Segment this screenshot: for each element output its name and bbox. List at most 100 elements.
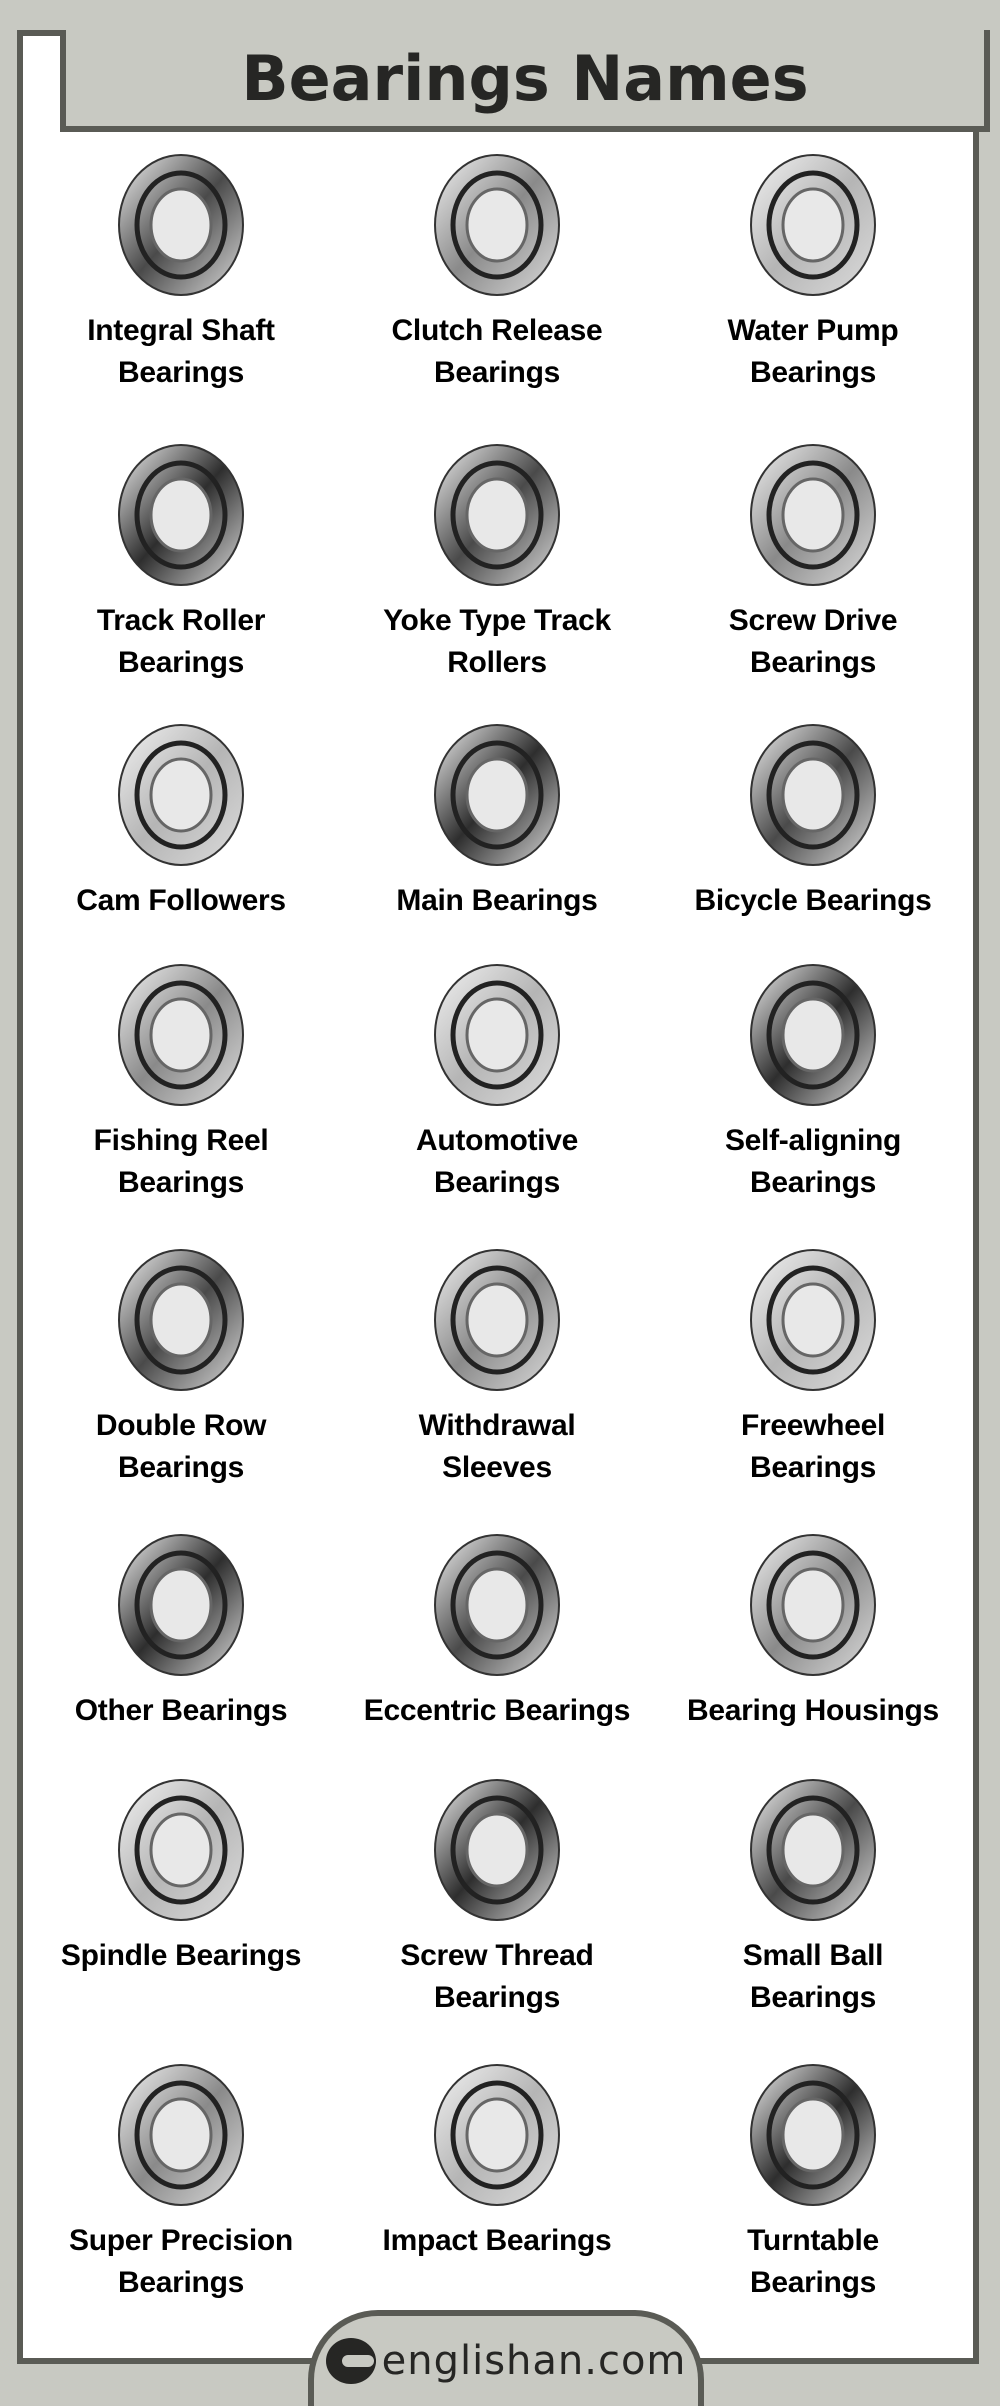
footer-site-name[interactable]: englishan.com xyxy=(382,2338,687,2384)
grid-row: Other Bearings Eccentric Bearings Bearing … xyxy=(23,1530,973,1732)
small-ball-bearing-icon xyxy=(693,1775,933,1925)
self-aligning-bearing-icon xyxy=(693,960,933,1110)
bearing-item: Yoke Type Track Rollers xyxy=(339,440,655,684)
withdrawal-sleeve-icon xyxy=(377,1245,617,1395)
bearing-item: Integral Shaft Bearings xyxy=(23,150,339,394)
clutch-release-bearing-icon-graphic xyxy=(434,154,560,296)
bearing-label: Turntable Bearings xyxy=(747,2224,879,2299)
eccentric-bearing-icon xyxy=(377,1530,617,1680)
small-ball-bearing-icon-graphic xyxy=(750,1779,876,1921)
bearing-item: Freewheel Bearings xyxy=(655,1245,971,1489)
self-aligning-bearing-icon-graphic xyxy=(750,964,876,1106)
cam-follower-icon-graphic xyxy=(118,724,244,866)
bearing-housing-icon-graphic xyxy=(750,1534,876,1676)
spindle-bearing-icon-graphic xyxy=(118,1779,244,1921)
screw-thread-bearing-icon-graphic xyxy=(434,1779,560,1921)
automotive-bearing-icon xyxy=(377,960,617,1110)
bearing-item: Super Precision Bearings xyxy=(23,2060,339,2304)
bearing-label: Cam Followers xyxy=(76,884,286,917)
integral-shaft-bearing-icon xyxy=(61,150,301,300)
bearing-item: Withdrawal Sleeves xyxy=(339,1245,655,1489)
impact-bearing-icon-graphic xyxy=(434,2064,560,2206)
cam-follower-icon xyxy=(61,720,301,870)
bearing-item: Self-aligning Bearings xyxy=(655,960,971,1204)
other-bearing-icon xyxy=(61,1530,301,1680)
turntable-bearing-icon xyxy=(693,2060,933,2210)
super-precision-bearing-icon-graphic xyxy=(118,2064,244,2206)
turntable-bearing-icon-graphic xyxy=(750,2064,876,2206)
bearing-label: Track Roller Bearings xyxy=(96,604,266,679)
super-precision-bearing-icon xyxy=(61,2060,301,2210)
bearing-item: Eccentric Bearings xyxy=(339,1530,655,1732)
bearing-item: Fishing Reel Bearings xyxy=(23,960,339,1204)
bearing-label: Spindle Bearings xyxy=(60,1939,302,1972)
bearing-label: Withdrawal Sleeves xyxy=(418,1409,576,1484)
double-row-bearing-icon-graphic xyxy=(118,1249,244,1391)
screw-drive-bearing-icon xyxy=(693,440,933,590)
bearing-item: Automotive Bearings xyxy=(339,960,655,1204)
bearing-label: Clutch Release Bearings xyxy=(391,314,603,389)
bearing-item: Cam Followers xyxy=(23,720,339,922)
fishing-reel-bearing-icon xyxy=(61,960,301,1110)
main-bearing-icon-graphic xyxy=(434,724,560,866)
bicycle-bearing-icon-graphic xyxy=(750,724,876,866)
impact-bearing-icon xyxy=(377,2060,617,2210)
bicycle-bearing-icon xyxy=(693,720,933,870)
bearing-item: Small Ball Bearings xyxy=(655,1775,971,2019)
eccentric-bearing-icon-graphic xyxy=(434,1534,560,1676)
bearing-item: Other Bearings xyxy=(23,1530,339,1732)
clutch-release-bearing-icon xyxy=(377,150,617,300)
screw-thread-bearing-icon xyxy=(377,1775,617,1925)
integral-shaft-bearing-icon-graphic xyxy=(118,154,244,296)
page-title: Bearings Names xyxy=(241,41,809,115)
bearing-item: Spindle Bearings xyxy=(23,1775,339,2019)
screw-drive-bearing-icon-graphic xyxy=(750,444,876,586)
yoke-type-track-roller-icon xyxy=(377,440,617,590)
withdrawal-sleeve-icon-graphic xyxy=(434,1249,560,1391)
bearing-housing-icon xyxy=(693,1530,933,1680)
footer-badge[interactable]: englishan.com xyxy=(308,2310,704,2406)
bearing-label: Small Ball Bearings xyxy=(742,1939,884,2014)
grid-row: Super Precision Bearings Impact Bearings T… xyxy=(23,2060,973,2304)
bearing-label: Impact Bearings xyxy=(382,2224,612,2257)
bearing-label: Freewheel Bearings xyxy=(740,1409,886,1484)
englishan-logo-icon xyxy=(325,2338,376,2384)
bearing-label: Double Row Bearings xyxy=(95,1409,267,1484)
bearing-label: Screw Drive Bearings xyxy=(728,604,898,679)
bearing-item: Clutch Release Bearings xyxy=(339,150,655,394)
bearing-label: Self-aligning Bearings xyxy=(724,1124,902,1199)
bearing-label: Water Pump Bearings xyxy=(727,314,899,389)
grid-row: Track Roller Bearings Yoke Type Track Rol… xyxy=(23,440,973,684)
bearing-item: Screw Thread Bearings xyxy=(339,1775,655,2019)
grid-row: Cam Followers Main Bearings Bicycle Bearin… xyxy=(23,720,973,922)
track-roller-bearing-icon xyxy=(61,440,301,590)
automotive-bearing-icon-graphic xyxy=(434,964,560,1106)
spindle-bearing-icon xyxy=(61,1775,301,1925)
track-roller-bearing-icon-graphic xyxy=(118,444,244,586)
double-row-bearing-icon xyxy=(61,1245,301,1395)
grid-row: Double Row Bearings Withdrawal Sleeves Fre… xyxy=(23,1245,973,1489)
water-pump-bearing-icon-graphic xyxy=(750,154,876,296)
bearing-item: Screw Drive Bearings xyxy=(655,440,971,684)
bearing-item: Water Pump Bearings xyxy=(655,150,971,394)
bearing-label: Integral Shaft Bearings xyxy=(87,314,275,389)
bearing-label: Bicycle Bearings xyxy=(694,884,932,917)
water-pump-bearing-icon xyxy=(693,150,933,300)
bearing-item: Turntable Bearings xyxy=(655,2060,971,2304)
grid-row: Spindle Bearings Screw Thread Bearings Sma… xyxy=(23,1775,973,2019)
main-bearing-icon xyxy=(377,720,617,870)
bearing-label: Super Precision Bearings xyxy=(69,2224,293,2299)
bearing-label: Automotive Bearings xyxy=(415,1124,578,1199)
fishing-reel-bearing-icon-graphic xyxy=(118,964,244,1106)
bearing-label: Screw Thread Bearings xyxy=(400,1939,594,2014)
bearing-item: Main Bearings xyxy=(339,720,655,922)
freewheel-bearing-icon xyxy=(693,1245,933,1395)
bearing-label: Yoke Type Track Rollers xyxy=(383,604,611,679)
bearing-label: Eccentric Bearings xyxy=(363,1694,631,1727)
bearing-item: Bicycle Bearings xyxy=(655,720,971,922)
bearing-item: Bearing Housings xyxy=(655,1530,971,1732)
other-bearing-icon-graphic xyxy=(118,1534,244,1676)
bearing-label: Bearing Housings xyxy=(687,1694,939,1727)
bearing-item: Double Row Bearings xyxy=(23,1245,339,1489)
freewheel-bearing-icon-graphic xyxy=(750,1249,876,1391)
